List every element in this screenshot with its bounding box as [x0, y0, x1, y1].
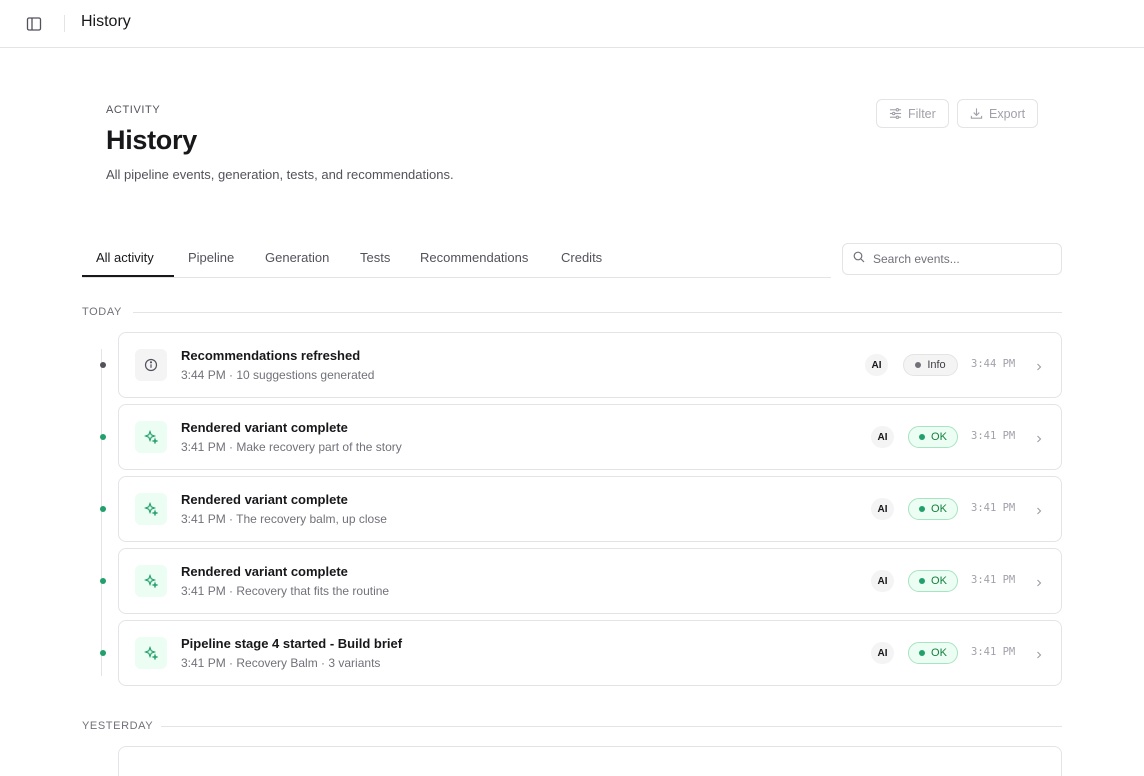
status-badge: Info	[903, 354, 958, 376]
status-dot	[919, 434, 926, 440]
event-title: Rendered variant complete	[181, 492, 348, 507]
section-label-yesterday: YESTERDAY	[82, 720, 154, 732]
sparkle-icon	[135, 565, 167, 597]
timeline-dot	[100, 362, 106, 368]
event-subtitle: 3:41 PM · Make recovery part of the stor…	[181, 440, 402, 454]
event-title: Recommendations refreshed	[181, 348, 361, 363]
event-subtitle: 3:41 PM · Recovery Balm · 3 variants	[181, 656, 381, 670]
event-card[interactable]: Rendered variant complete 3:41 PM · The …	[118, 476, 1062, 542]
tab-bar: All activity Pipeline Generation Tests R…	[82, 240, 831, 278]
search-icon	[853, 250, 865, 268]
filter-icon	[889, 107, 902, 120]
event-title: Pipeline stage 4 started - Build brief	[181, 636, 403, 651]
chevron-right-icon	[1035, 431, 1045, 443]
chevron-right-icon	[1035, 503, 1045, 515]
event-title: Rendered variant complete	[181, 420, 348, 435]
event-card[interactable]: Recommendations refreshed 3:44 PM · 10 s…	[118, 332, 1062, 398]
ai-badge: AI	[865, 354, 888, 376]
event-subtitle: 3:41 PM · The recovery balm, up close	[181, 512, 387, 526]
topbar-divider	[64, 15, 65, 32]
filter-label: Filter	[908, 106, 936, 121]
event-title: Rendered variant complete	[181, 564, 348, 579]
download-icon	[970, 107, 983, 120]
topbar-title: History	[81, 13, 131, 30]
ai-badge: AI	[871, 570, 894, 592]
event-card[interactable]: Rendered variant complete 3:41 PM · Make…	[118, 404, 1062, 470]
section-label-today: TODAY	[82, 306, 122, 318]
tab-credits[interactable]: Credits	[561, 250, 602, 265]
status-dot	[915, 362, 922, 368]
timeline-dot	[100, 506, 106, 512]
status-dot	[919, 578, 926, 584]
search-box	[842, 243, 1062, 275]
status-label: OK	[931, 647, 947, 659]
timeline-dot	[100, 434, 106, 440]
event-card[interactable]	[118, 746, 1062, 776]
export-label: Export	[989, 106, 1026, 121]
tab-all-activity[interactable]: All activity	[96, 250, 154, 265]
status-dot	[919, 650, 926, 656]
event-time: 3:41 PM	[971, 574, 1016, 586]
timeline-line	[101, 349, 102, 676]
ai-badge: AI	[871, 498, 894, 520]
ai-badge: AI	[871, 426, 894, 448]
status-badge: OK	[908, 426, 958, 448]
page-subtitle: All pipeline events, generation, tests, …	[106, 167, 454, 182]
top-bar: History	[0, 0, 1144, 48]
event-time: 3:41 PM	[971, 502, 1016, 514]
event-time: 3:44 PM	[971, 358, 1016, 370]
section-divider	[133, 312, 1062, 313]
chevron-right-icon	[1035, 647, 1045, 659]
tab-tests[interactable]: Tests	[360, 250, 390, 265]
event-subtitle: 3:41 PM · Recovery that fits the routine	[181, 584, 390, 598]
tab-pipeline[interactable]: Pipeline	[188, 250, 234, 265]
event-time: 3:41 PM	[971, 646, 1016, 658]
chevron-right-icon	[1035, 359, 1045, 371]
event-subtitle: 3:44 PM · 10 suggestions generated	[181, 368, 375, 382]
status-label: OK	[931, 431, 947, 443]
status-badge: OK	[908, 570, 958, 592]
status-dot	[919, 506, 926, 512]
page-eyebrow: ACTIVITY	[106, 104, 161, 116]
info-icon	[135, 349, 167, 381]
sparkle-icon	[135, 637, 167, 669]
status-label: Info	[927, 359, 946, 371]
chevron-right-icon	[1035, 575, 1045, 587]
search-input[interactable]	[873, 252, 1053, 266]
export-button[interactable]: Export	[957, 99, 1038, 128]
timeline-dot	[100, 650, 106, 656]
sparkle-icon	[135, 493, 167, 525]
filter-button[interactable]: Filter	[876, 99, 949, 128]
timeline-dot	[100, 578, 106, 584]
event-card[interactable]: Pipeline stage 4 started - Build brief 3…	[118, 620, 1062, 686]
tab-generation[interactable]: Generation	[265, 250, 329, 265]
sidebar-toggle-icon[interactable]	[24, 14, 44, 34]
status-badge: OK	[908, 498, 958, 520]
event-card[interactable]: Rendered variant complete 3:41 PM · Reco…	[118, 548, 1062, 614]
sparkle-icon	[135, 421, 167, 453]
status-badge: OK	[908, 642, 958, 664]
event-time: 3:41 PM	[971, 430, 1016, 442]
active-tab-indicator	[82, 275, 174, 277]
status-label: OK	[931, 575, 947, 587]
section-divider	[161, 726, 1062, 727]
page-title: History	[106, 125, 197, 155]
status-label: OK	[931, 503, 947, 515]
tab-recommendations[interactable]: Recommendations	[420, 250, 528, 265]
ai-badge: AI	[871, 642, 894, 664]
